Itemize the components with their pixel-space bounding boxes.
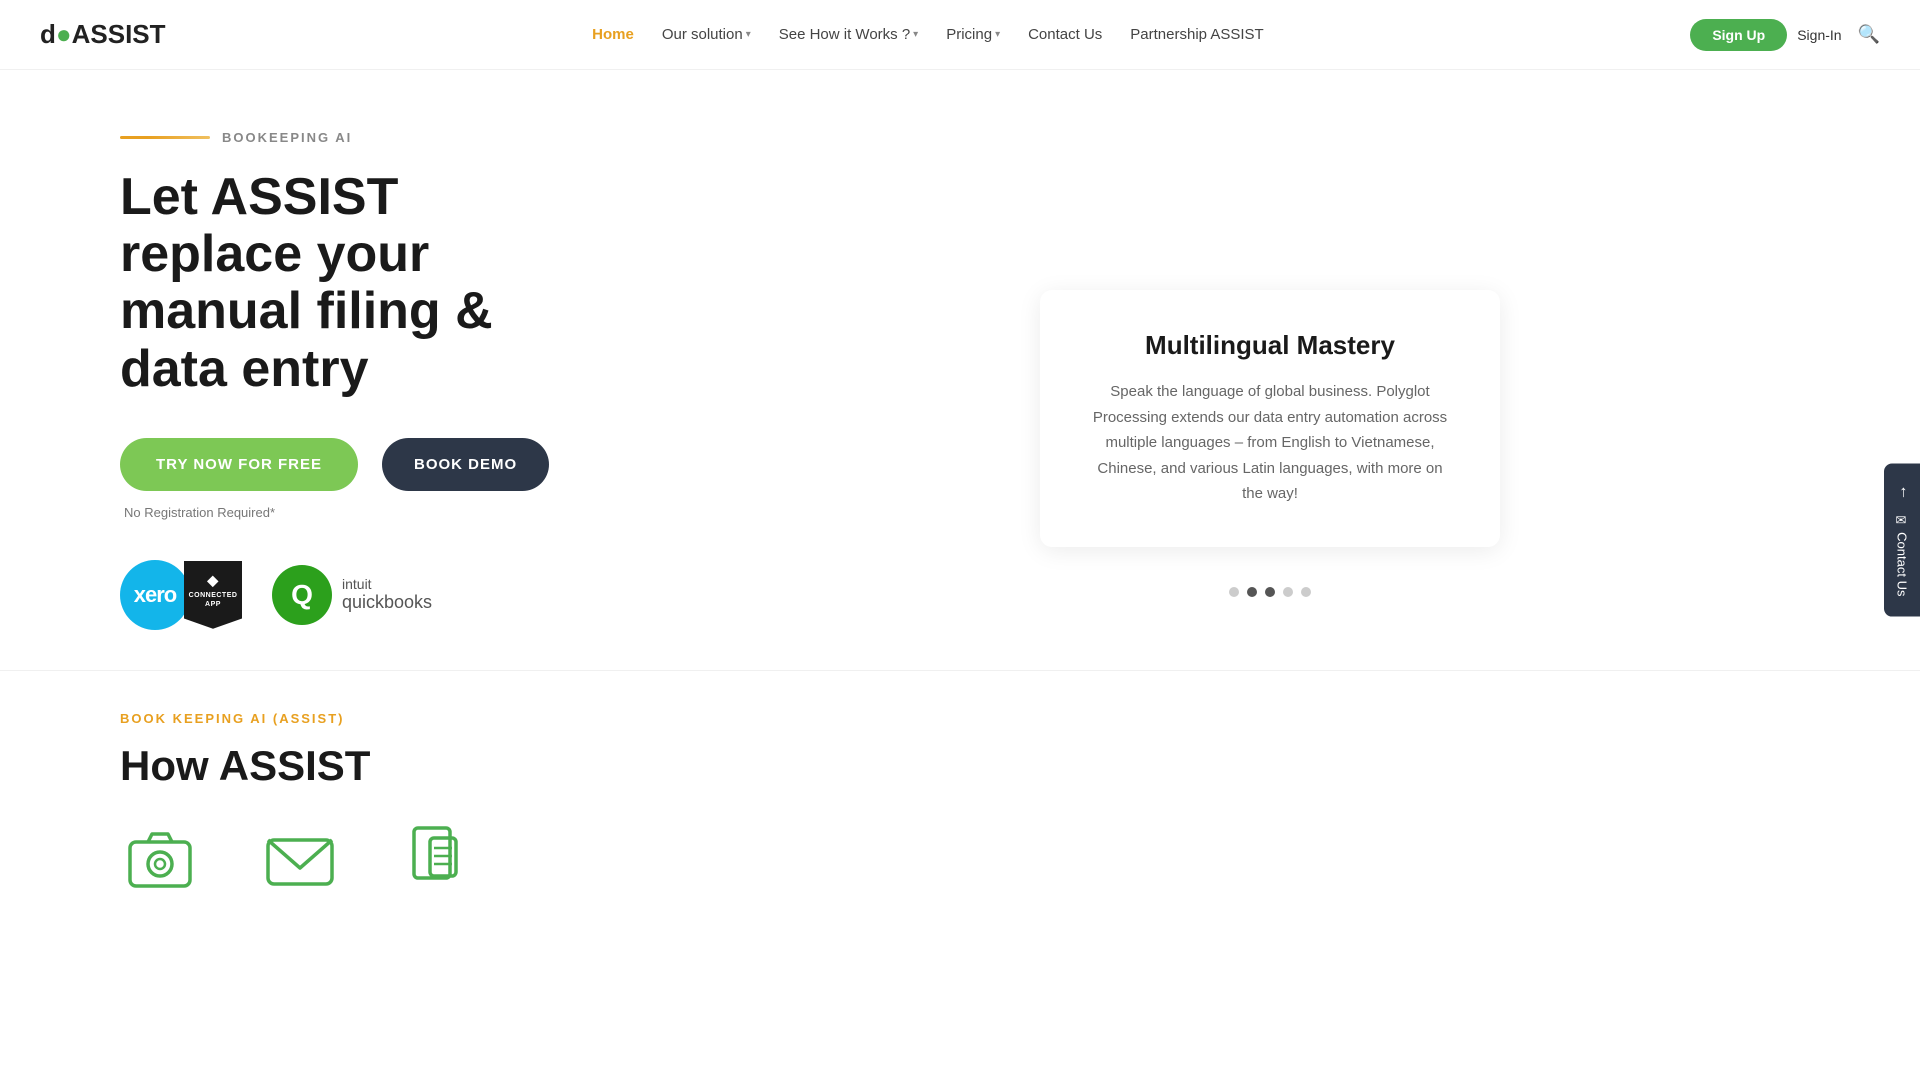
slider-dot-5[interactable] [1301, 587, 1311, 597]
feature-item-camera [120, 820, 200, 900]
navbar: d●ASSIST Home Our solution ▾ See How it … [0, 0, 1920, 70]
features-row [120, 820, 1800, 900]
nav-links: Home Our solution ▾ See How it Works ? ▾… [582, 20, 1274, 49]
hero-section: BOOKEEPING AI Let ASSIST replace your ma… [0, 70, 1920, 670]
try-now-button[interactable]: TRY NOW FOR FREE [120, 438, 358, 491]
hero-left: BOOKEEPING AI Let ASSIST replace your ma… [120, 130, 700, 630]
slider-dots [1229, 587, 1311, 597]
badge-icon: ◆ [207, 571, 218, 589]
feature-title: Multilingual Mastery [1088, 330, 1452, 361]
no-registration-note: No Registration Required* [120, 505, 700, 520]
feature-body: Speak the language of global business. P… [1088, 379, 1452, 507]
slider-dot-1[interactable] [1229, 587, 1239, 597]
signup-button[interactable]: Sign Up [1690, 19, 1787, 51]
xero-circle: xero [120, 560, 190, 630]
chevron-down-icon: ▾ [995, 29, 1000, 40]
arrow-icon: → [1893, 485, 1911, 501]
camera-icon [120, 820, 200, 900]
hero-buttons: TRY NOW FOR FREE BOOK DEMO [120, 438, 700, 491]
bottom-section: BOOK KEEPING AI (ASSIST) How ASSIST [0, 670, 1920, 920]
quickbooks-logo: Q intuit quickbooks [272, 565, 432, 625]
qb-text: intuit quickbooks [342, 577, 432, 612]
nav-home[interactable]: Home [582, 20, 644, 49]
slider-dot-2[interactable] [1247, 587, 1257, 597]
xero-logo: xero ◆ CONNECTED APP [120, 560, 242, 630]
section-eyebrow: BOOK KEEPING AI (ASSIST) [120, 711, 1800, 726]
search-button[interactable]: 🔍 [1858, 24, 1880, 45]
nav-how-works[interactable]: See How it Works ? ▾ [769, 20, 928, 49]
section-headline: How ASSIST [120, 742, 1800, 790]
hero-headline: Let ASSIST replace your manual filing & … [120, 169, 700, 398]
side-contact-button[interactable]: → ✉ Contact Us [1884, 464, 1920, 617]
nav-partnership[interactable]: Partnership ASSIST [1120, 20, 1273, 49]
book-demo-button[interactable]: BOOK DEMO [382, 438, 549, 491]
eyebrow-label: BOOKEEPING AI [222, 130, 352, 145]
qb-circle: Q [272, 565, 332, 625]
slider-dot-3[interactable] [1265, 587, 1275, 597]
logo-text: d●ASSIST [40, 19, 166, 50]
logo[interactable]: d●ASSIST [40, 19, 166, 50]
email-icon [260, 820, 340, 900]
feature-item-document [400, 820, 480, 900]
nav-actions: Sign Up Sign-In 🔍 [1690, 19, 1880, 51]
nav-contact[interactable]: Contact Us [1018, 20, 1112, 49]
eyebrow-line [120, 136, 210, 139]
feature-item-email [260, 820, 340, 900]
chevron-down-icon: ▾ [913, 29, 918, 40]
partner-logos: xero ◆ CONNECTED APP Q intuit quickbooks [120, 560, 700, 630]
feature-card: Multilingual Mastery Speak the language … [1040, 290, 1500, 547]
nav-pricing[interactable]: Pricing ▾ [936, 20, 1010, 49]
document-icon [400, 820, 480, 900]
search-icon: 🔍 [1858, 24, 1880, 44]
nav-solution[interactable]: Our solution ▾ [652, 20, 761, 49]
chevron-down-icon: ▾ [746, 29, 751, 40]
hero-right: Multilingual Mastery Speak the language … [740, 130, 1800, 597]
side-contact-label: ✉ Contact Us [1895, 514, 1910, 597]
signin-button[interactable]: Sign-In [1797, 27, 1841, 43]
slider-dot-4[interactable] [1283, 587, 1293, 597]
connected-badge: ◆ CONNECTED APP [184, 561, 242, 629]
hero-eyebrow: BOOKEEPING AI [120, 130, 700, 145]
